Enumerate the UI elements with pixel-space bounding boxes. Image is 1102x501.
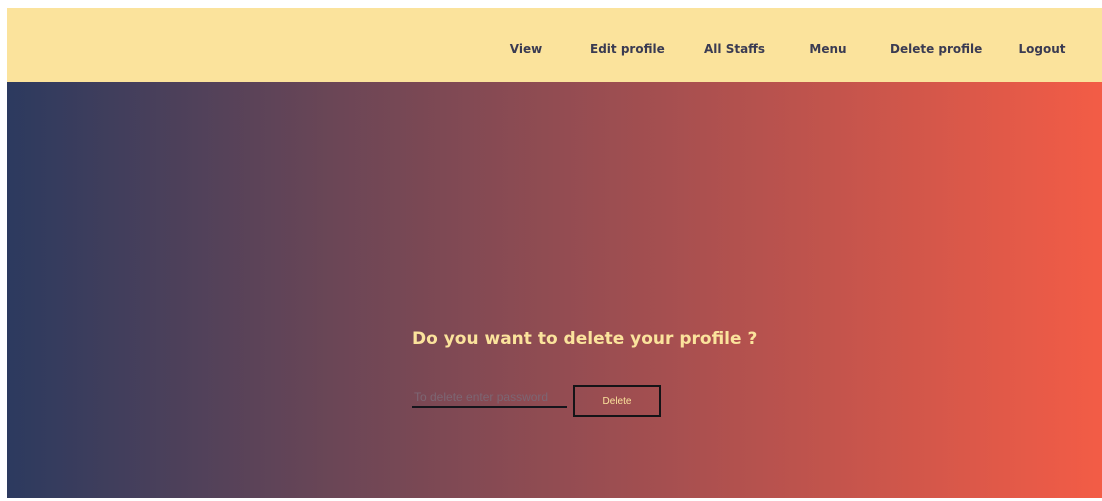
nav-item-delete-profile[interactable]: Delete profile	[890, 8, 982, 82]
nav-item-menu[interactable]: Menu	[807, 8, 849, 82]
top-navbar: View Edit profile All Staffs Menu Delete…	[7, 8, 1102, 82]
delete-question-heading: Do you want to delete your profile ?	[412, 329, 758, 349]
delete-profile-section: Do you want to delete your profile ? Del…	[7, 82, 1102, 498]
nav-item-view[interactable]: View	[504, 8, 548, 82]
nav-item-all-staffs[interactable]: All Staffs	[704, 8, 765, 82]
delete-button[interactable]: Delete	[573, 385, 661, 417]
nav-item-logout[interactable]: Logout	[1017, 8, 1067, 82]
page-frame: View Edit profile All Staffs Menu Delete…	[7, 8, 1102, 498]
password-input[interactable]	[412, 388, 567, 408]
nav-item-edit-profile[interactable]: Edit profile	[590, 8, 665, 82]
